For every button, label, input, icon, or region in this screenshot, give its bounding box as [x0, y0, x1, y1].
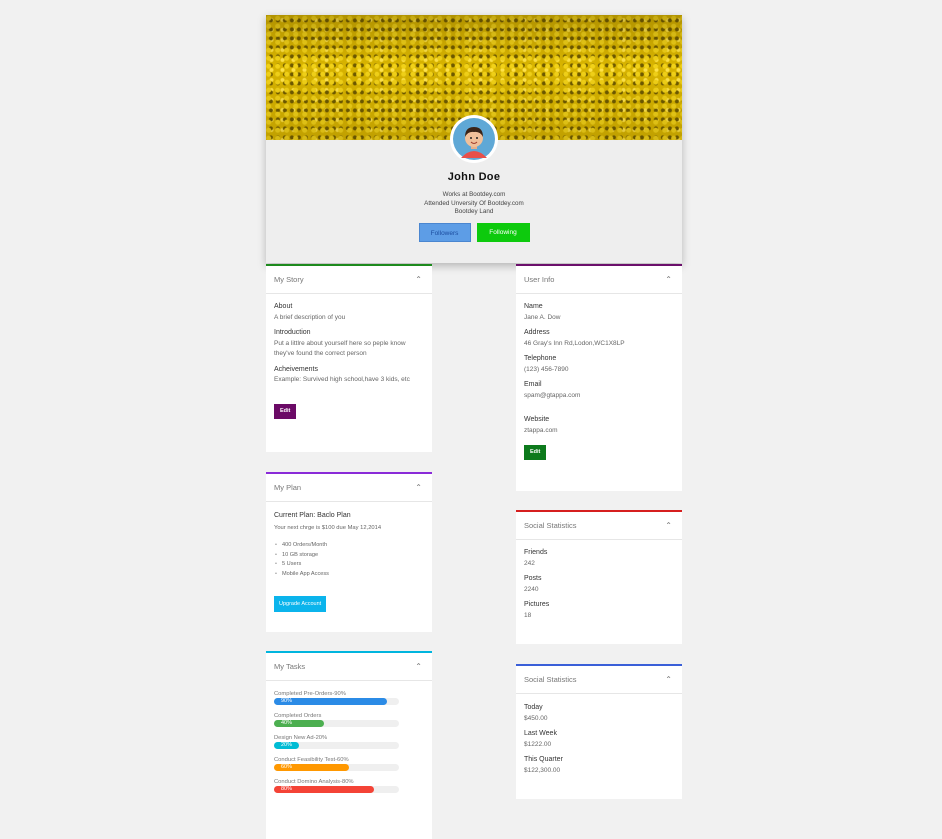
- email-value: spam@gtappa.com: [524, 391, 581, 399]
- progress-fill: 60%: [274, 764, 349, 771]
- telephone-label: Telephone: [524, 355, 557, 362]
- progress-fill: 20%: [274, 742, 299, 749]
- task-label: Conduct Domino Analysis-80%: [274, 779, 354, 785]
- last-week-value: $1222.00: [524, 740, 552, 748]
- posts-value: 2240: [524, 585, 539, 593]
- panel-title: My Story: [274, 275, 304, 284]
- profile-details: Works at Bootdey.com Attended Unversity …: [266, 191, 682, 217]
- task-label: Completed Pre-Orders-90%: [274, 691, 346, 697]
- profile-education: Attended Unversity Of Bootdey.com: [424, 199, 524, 207]
- chevron-up-icon[interactable]: ⌃: [665, 666, 672, 693]
- chevron-up-icon[interactable]: ⌃: [415, 653, 422, 680]
- progress-track: 20%: [274, 742, 399, 749]
- profile-work: Works at Bootdey.com: [442, 191, 506, 198]
- chevron-up-icon[interactable]: ⌃: [415, 266, 422, 293]
- plan-features: 400 Orders/Month 10 GB storage 5 Users M…: [274, 541, 424, 579]
- achievements-label: Acheivements: [274, 365, 318, 373]
- avatar-icon: [453, 118, 495, 160]
- current-plan: Current Plan: Baclo Plan: [274, 512, 351, 519]
- email-label: Email: [524, 381, 542, 388]
- friends-value: 242: [524, 559, 535, 567]
- task-label: Conduct Feasibility Test-60%: [274, 757, 349, 763]
- address-value: 46 Gray's Inn Rd,Lodon,WC1X8LP: [524, 339, 625, 347]
- progress-track: 80%: [274, 786, 399, 793]
- panel-title: My Tasks: [274, 662, 306, 671]
- name-value: Jane A. Dow: [524, 313, 561, 321]
- following-button[interactable]: Following: [476, 223, 530, 242]
- this-quarter-value: $122,300.00: [524, 766, 561, 774]
- progress-fill: 80%: [274, 786, 374, 793]
- panel-title: User Info: [524, 275, 555, 284]
- progress-track: 40%: [274, 720, 399, 727]
- my-plan-panel: My Plan ⌃ Current Plan: Baclo Plan Your …: [266, 472, 432, 632]
- introduction-value: Put a littlre about yourself here so pep…: [274, 339, 406, 358]
- today-value: $450.00: [524, 714, 548, 722]
- chevron-up-icon[interactable]: ⌃: [415, 474, 422, 501]
- list-item: 5 Users: [274, 560, 424, 570]
- list-item: Mobile App Access: [274, 570, 424, 580]
- website-label: Website: [524, 416, 550, 423]
- upgrade-account-button[interactable]: Upgrade Account: [274, 596, 327, 612]
- panel-title: Social Statistics: [524, 521, 577, 530]
- list-item: 400 Orders/Month: [274, 541, 424, 551]
- story-edit-button[interactable]: Edit: [274, 403, 297, 419]
- task-label: Design New Ad-20%: [274, 735, 328, 741]
- followers-button[interactable]: Followers: [418, 223, 471, 242]
- this-quarter-label: This Quarter: [524, 756, 563, 763]
- profile-name: John Doe: [447, 171, 501, 183]
- pictures-label: Pictures: [524, 601, 550, 608]
- about-value: A brief description of you: [274, 313, 346, 321]
- user-info-edit-button[interactable]: Edit: [524, 445, 547, 460]
- task-label: Completed Orders: [274, 713, 322, 719]
- avatar[interactable]: [450, 115, 498, 163]
- my-story-panel: My Story ⌃ About A brief description of …: [266, 264, 432, 452]
- progress-fill: 90%: [274, 698, 387, 705]
- telephone-value: (123) 456-7890: [524, 365, 569, 373]
- panel-title: Social Statistics: [524, 675, 577, 684]
- posts-label: Posts: [524, 575, 542, 582]
- last-week-label: Last Week: [524, 730, 557, 737]
- social-statistics-panel: Social Statistics ⌃ Friends 242 Posts 22…: [516, 510, 682, 644]
- profile-location: Bootdey Land: [454, 208, 494, 216]
- pictures-value: 18: [524, 611, 532, 619]
- progress-track: 60%: [274, 764, 399, 771]
- profile-card: John Doe Works at Bootdey.com Attended U…: [266, 15, 682, 263]
- my-tasks-panel: My Tasks ⌃ Completed Pre-Orders-90% 90% Co…: [266, 651, 432, 839]
- achievements-value: Example: Survived high school,have 3 kid…: [274, 376, 410, 383]
- chevron-up-icon[interactable]: ⌃: [665, 266, 672, 293]
- progress-track: 90%: [274, 698, 399, 705]
- name-label: Name: [524, 303, 543, 310]
- introduction-label: Introduction: [274, 329, 311, 336]
- user-info-panel: User Info ⌃ Name Jane A. Dow Address 46 …: [516, 264, 682, 491]
- panel-title: My Plan: [274, 483, 302, 492]
- next-charge: Your next chrge is $100 due May 12,2014: [274, 525, 382, 531]
- address-label: Address: [524, 329, 550, 336]
- about-label: About: [274, 303, 293, 310]
- chevron-up-icon[interactable]: ⌃: [665, 512, 672, 539]
- website-value: ztappa.com: [524, 426, 558, 434]
- friends-label: Friends: [524, 549, 548, 556]
- progress-fill: 40%: [274, 720, 324, 727]
- today-label: Today: [524, 704, 543, 711]
- list-item: 10 GB storage: [274, 551, 424, 561]
- social-statistics-earnings-panel: Social Statistics ⌃ Today $450.00 Last W…: [516, 664, 682, 799]
